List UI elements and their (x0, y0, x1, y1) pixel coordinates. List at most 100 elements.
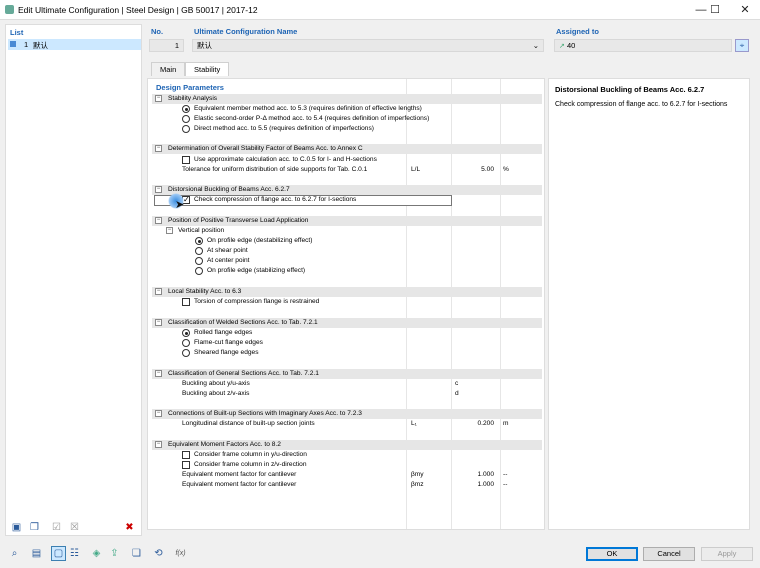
copy-icon[interactable]: ❏ (129, 546, 144, 561)
longitudinal-unit: m (503, 420, 509, 427)
tab-main[interactable]: Main (151, 62, 186, 76)
member-icon: ↗ (559, 43, 565, 50)
checkbox[interactable] (182, 451, 190, 459)
maximize-button[interactable]: ☐ (700, 0, 730, 20)
item-color-icon (10, 41, 16, 47)
new-item-icon[interactable]: ▣ (9, 520, 24, 535)
moment-factor-my-label: Equivalent moment factor for cantilever (182, 471, 297, 478)
checkbox[interactable] (182, 298, 190, 306)
section-welded[interactable]: − Classification of Welded Sections Acc. … (152, 318, 542, 328)
checkbox[interactable] (182, 461, 190, 469)
section-stability-analysis[interactable]: − Stability Analysis (152, 94, 542, 104)
moment-factor-mz-symbol: βmz (411, 481, 424, 488)
units-icon[interactable]: ▤ (29, 546, 44, 561)
table-icon[interactable]: ☷ (67, 546, 82, 561)
info-text: Check compression of flange acc. to 6.2.… (555, 101, 728, 108)
window-title: Edit Ultimate Configuration | Steel Desi… (18, 5, 258, 15)
assigned-label: Assigned to (556, 27, 599, 36)
radio-destabilizing[interactable]: On profile edge (destabilizing effect) (195, 236, 312, 246)
moment-factor-my-unit: -- (503, 471, 508, 478)
name-field[interactable]: 默认 ⌄ (192, 39, 544, 52)
radio-second-order[interactable]: Elastic second-order P-Δ method acc. to … (182, 114, 429, 124)
checkbox-frame-yu[interactable]: Consider frame column in y/u-direction (182, 450, 307, 460)
section-annex-c[interactable]: − Determination of Overall Stability Fact… (152, 144, 542, 154)
app-icon (5, 5, 14, 14)
info-panel: Distorsional Buckling of Beams Acc. 6.2.… (548, 78, 750, 530)
grid-header: Design Parameters (156, 83, 224, 92)
select-objects-icon[interactable]: ⌖ (735, 39, 749, 52)
uncheck-icon[interactable]: ☒ (67, 520, 82, 535)
no-field[interactable]: 1 (149, 39, 184, 52)
search-icon[interactable]: ⌕ (7, 546, 22, 561)
moment-factor-mz-label: Equivalent moment factor for cantilever (182, 481, 297, 488)
radio-shear-point[interactable]: At shear point (195, 246, 248, 256)
ok-button[interactable]: OK (586, 547, 638, 561)
radio-button[interactable] (195, 247, 203, 255)
formula-icon[interactable]: f(x) (173, 546, 188, 561)
radio-button[interactable] (182, 105, 190, 113)
radio-rolled[interactable]: Rolled flange edges (182, 328, 252, 338)
list-item-name: 默认 (33, 41, 48, 50)
delete-icon[interactable]: ✖ (122, 520, 137, 535)
copy-item-icon[interactable]: ❐ (27, 520, 42, 535)
checkbox-approximate[interactable]: Use approximate calculation acc. to C.0.… (182, 155, 377, 165)
tab-stability[interactable]: Stability (185, 62, 230, 76)
radio-sheared[interactable]: Sheared flange edges (182, 348, 259, 358)
moment-factor-mz-value[interactable]: 1.000 (454, 480, 494, 490)
check-icon[interactable]: ☑ (49, 520, 64, 535)
model-icon[interactable]: ◈ (89, 546, 104, 561)
section-local-stability[interactable]: − Local Stability Acc. to 6.3 (152, 287, 542, 297)
checkbox-torsion[interactable]: Torsion of compression flange is restrai… (182, 297, 319, 307)
longitudinal-value[interactable]: 0.200 (454, 419, 494, 429)
collapse-icon: − (155, 186, 162, 193)
section-general[interactable]: − Classification of General Sections Acc.… (152, 369, 542, 379)
radio-button[interactable] (182, 349, 190, 357)
history-icon[interactable]: ⟲ (151, 546, 166, 561)
collapse-icon: − (155, 441, 162, 448)
collapse-icon: − (155, 319, 162, 326)
moment-factor-my-symbol: βmy (411, 471, 424, 478)
collapse-icon: − (155, 370, 162, 377)
moment-factor-mz-unit: -- (503, 481, 508, 488)
assigned-field[interactable]: ↗ 40 (554, 39, 732, 52)
radio-button[interactable] (182, 339, 190, 347)
checkbox-flange-compression[interactable]: ✓ Check compression of flange acc. to 6.2… (182, 195, 356, 205)
radio-equivalent-member[interactable]: Equivalent member method acc. to 5.3 (re… (182, 104, 422, 114)
radio-button[interactable] (195, 267, 203, 275)
view-icon[interactable]: ▢ (51, 546, 66, 561)
section-distorsional[interactable]: − Distorsional Buckling of Beams Acc. 6.2… (152, 185, 542, 195)
cancel-button[interactable]: Cancel (643, 547, 695, 561)
collapse-icon: − (166, 227, 173, 234)
buckling-yu-label: Buckling about y/u-axis (182, 380, 250, 387)
export-icon[interactable]: ⇪ (107, 546, 122, 561)
close-button[interactable]: ✕ (730, 0, 760, 20)
buckling-zv-value[interactable]: d (455, 389, 459, 399)
checkbox[interactable] (182, 156, 190, 164)
chevron-down-icon[interactable]: ⌄ (533, 40, 539, 52)
list-item[interactable]: 1 默认 (8, 39, 141, 50)
apply-button[interactable]: Apply (701, 547, 753, 561)
section-built-up[interactable]: − Connections of Built-up Sections with I… (152, 409, 542, 419)
radio-button[interactable] (195, 237, 203, 245)
name-value: 默认 (197, 41, 212, 50)
radio-center-point[interactable]: At center point (195, 256, 250, 266)
tolerance-value[interactable]: 5.00 (454, 165, 494, 175)
collapse-icon: − (155, 217, 162, 224)
section-moment-factors[interactable]: − Equivalent Moment Factors Acc. to 8.2 (152, 440, 542, 450)
radio-direct-method[interactable]: Direct method acc. to 5.5 (requires defi… (182, 124, 374, 134)
radio-button[interactable] (182, 125, 190, 133)
radio-flame-cut[interactable]: Flame-cut flange edges (182, 338, 263, 348)
vertical-position-group[interactable]: − Vertical position (166, 226, 224, 236)
checkbox-frame-zv[interactable]: Consider frame column in z/v-direction (182, 460, 307, 470)
buckling-yu-value[interactable]: c (455, 379, 458, 389)
list-panel: List 1 默认 (5, 24, 142, 536)
radio-stabilizing[interactable]: On profile edge (stabilizing effect) (195, 266, 305, 276)
section-load-position[interactable]: − Position of Positive Transverse Load Ap… (152, 216, 542, 226)
radio-button[interactable] (182, 329, 190, 337)
radio-button[interactable] (195, 257, 203, 265)
moment-factor-my-value[interactable]: 1.000 (454, 470, 494, 480)
mouse-pointer-icon: ➤ (175, 199, 185, 211)
assigned-value: 40 (566, 41, 576, 50)
tolerance-symbol: L/L (411, 166, 421, 173)
radio-button[interactable] (182, 115, 190, 123)
